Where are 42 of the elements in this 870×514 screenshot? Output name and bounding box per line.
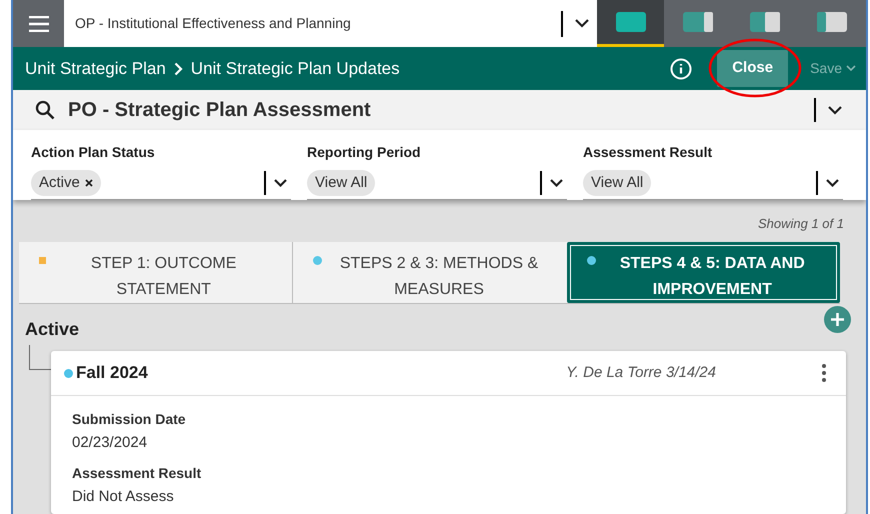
more-options-icon[interactable] xyxy=(822,364,826,382)
remove-icon[interactable] xyxy=(84,179,93,187)
chevron-down-icon[interactable] xyxy=(550,179,563,187)
info-icon[interactable] xyxy=(670,58,692,80)
field-value: Did Not Assess xyxy=(72,486,175,506)
unit-select[interactable]: OP - Institutional Effectiveness and Planning xyxy=(64,0,597,47)
section-heading: Active xyxy=(25,318,80,341)
layout-icon xyxy=(682,11,714,33)
field-label: Assessment Result xyxy=(72,464,202,482)
filter-field[interactable]: View All xyxy=(307,167,567,200)
filter-chip[interactable]: View All xyxy=(307,170,376,196)
author-date-label: Y. De La Torre 3/14/24 xyxy=(566,362,716,383)
chevron-down-icon[interactable] xyxy=(274,179,287,187)
breadcrumb-link[interactable]: Unit Strategic Plan xyxy=(25,56,166,82)
layout-icon xyxy=(749,11,782,33)
filter-label: Action Plan Status xyxy=(31,143,156,162)
step-tab[interactable]: STEPS 4 & 5: DATA AND IMPROVEMENT xyxy=(566,242,840,303)
layout-icon xyxy=(614,11,647,33)
menu-icon xyxy=(28,16,48,32)
filter-chip[interactable]: View All xyxy=(583,170,652,196)
chevron-down-icon xyxy=(575,19,589,28)
filter-chip[interactable]: Active xyxy=(31,170,101,196)
chevron-right-icon xyxy=(174,62,183,76)
layout-tab[interactable] xyxy=(597,0,664,47)
close-button[interactable]: Close xyxy=(717,50,788,87)
page-title: PO - Strategic Plan Assessment xyxy=(68,98,372,123)
chevron-down-icon[interactable] xyxy=(828,106,842,114)
add-button[interactable] xyxy=(824,306,851,333)
layout-icon xyxy=(816,11,848,33)
filter-field[interactable]: View All xyxy=(583,167,843,200)
filter-label: Assessment Result xyxy=(583,143,714,162)
search-icon[interactable] xyxy=(35,100,55,120)
chevron-down-icon xyxy=(846,65,856,72)
field-value: 02/23/2024 xyxy=(72,433,148,453)
results-count: Showing 1 of 1 xyxy=(758,215,844,233)
field-label: Submission Date xyxy=(72,410,187,429)
entry-title[interactable]: Fall 2024 xyxy=(76,360,566,386)
filter-label: Reporting Period xyxy=(307,143,422,162)
filter-field[interactable]: Active xyxy=(31,167,291,200)
step-tab[interactable]: STEP 1: OUTCOME STATEMENT xyxy=(19,242,292,303)
breadcrumb-link[interactable]: Unit Strategic Plan Updates xyxy=(190,56,400,82)
chevron-down-icon[interactable] xyxy=(826,179,839,187)
